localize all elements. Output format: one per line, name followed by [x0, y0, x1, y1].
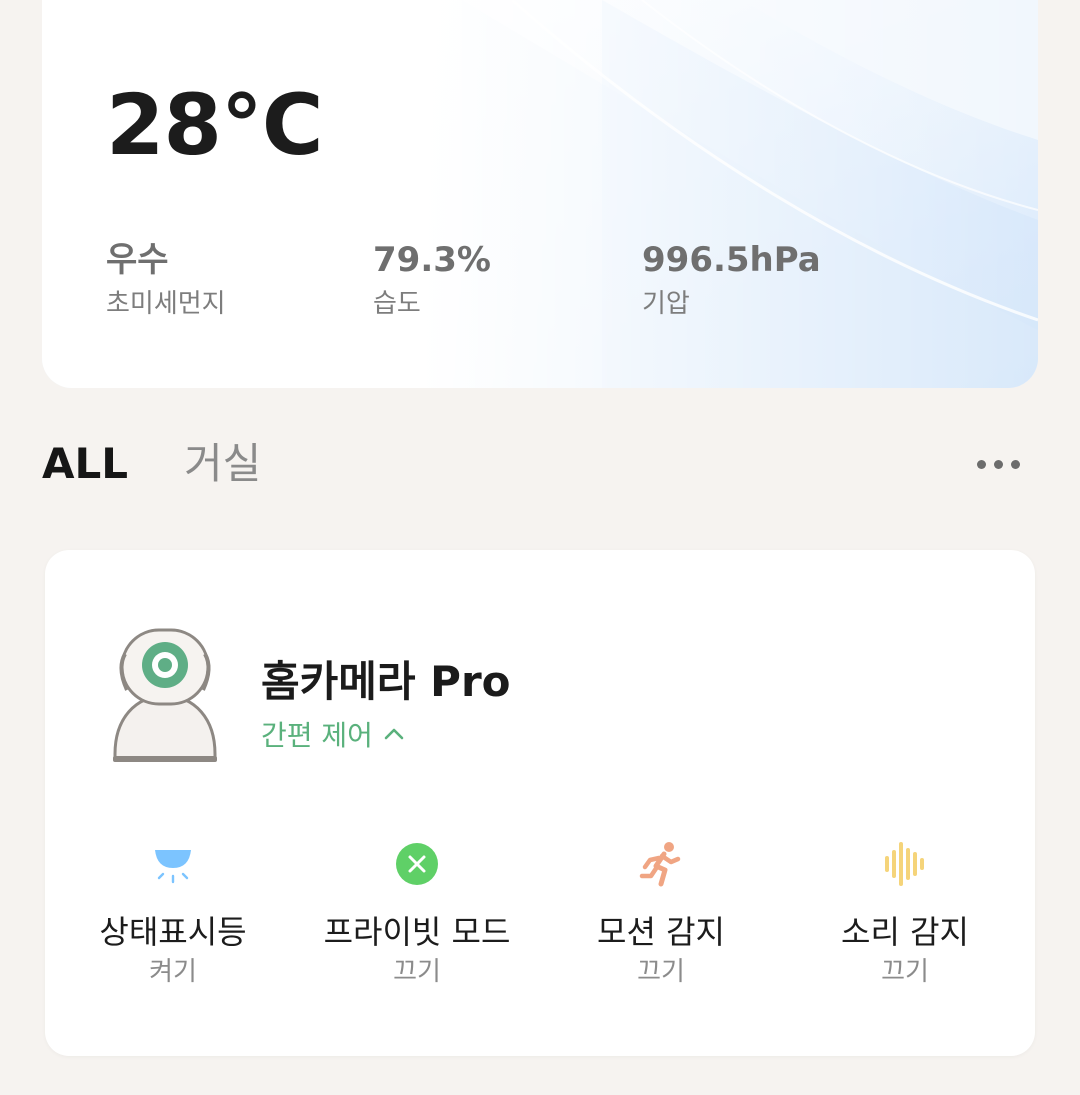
stat-fine-dust-label: 초미세먼지 [106, 289, 226, 319]
stat-pressure: 996.5hPa 기압 [642, 238, 821, 324]
control-sound-detection-state: 끄기 [881, 957, 929, 987]
motion-detection-icon [639, 842, 681, 887]
temperature-value: 28°C [106, 76, 324, 174]
quick-controls: 상태표시등 켜기 프라이빗 모드 끄기 모션 감지 끄기 소리 감지 끄기 [45, 840, 1035, 1000]
control-sound-detection[interactable]: 소리 감지 끄기 [785, 840, 1025, 1000]
home-camera-icon [113, 628, 217, 762]
control-indicator-light[interactable]: 상태표시등 켜기 [53, 840, 293, 1000]
indicator-light-icon [155, 850, 191, 884]
more-dot [1010, 459, 1020, 469]
stat-humidity-value: 79.3% [373, 240, 491, 280]
control-motion-detection-name: 모션 감지 [597, 913, 725, 951]
tab-all[interactable]: ALL [42, 436, 128, 492]
control-indicator-light-name: 상태표시등 [99, 913, 247, 951]
chevron-up-icon [384, 728, 404, 740]
control-sound-detection-name: 소리 감지 [841, 913, 969, 951]
stat-pressure-value: 996.5hPa [642, 240, 821, 280]
weather-card[interactable]: 28°C 우수 초미세먼지 79.3% 습도 996.5hPa 기압 [42, 0, 1038, 388]
stat-fine-dust-value: 우수 [106, 240, 169, 280]
control-private-mode-state: 끄기 [393, 957, 441, 987]
weather-background-decoration [42, 0, 1038, 388]
more-horizontal-icon [976, 459, 986, 469]
more-dot [993, 459, 1003, 469]
control-private-mode[interactable]: 프라이빗 모드 끄기 [297, 840, 537, 1000]
stat-humidity: 79.3% 습도 [373, 238, 491, 324]
stat-humidity-label: 습도 [373, 289, 421, 319]
device-name: 홈카메라 Pro [261, 657, 511, 706]
control-motion-detection[interactable]: 모션 감지 끄기 [541, 840, 781, 1000]
control-indicator-light-state: 켜기 [149, 957, 197, 987]
control-motion-detection-state: 끄기 [637, 957, 685, 987]
control-private-mode-name: 프라이빗 모드 [323, 913, 511, 951]
private-mode-icon [396, 843, 438, 885]
more-button[interactable] [968, 446, 1028, 482]
tab-living-room[interactable]: 거실 [184, 436, 261, 492]
quick-control-toggle[interactable]: 간편 제어 [261, 714, 405, 754]
sound-detection-icon [885, 842, 924, 886]
quick-control-label: 간편 제어 [261, 719, 373, 752]
device-card[interactable]: 홈카메라 Pro 간편 제어 상태표시등 켜기 프라이빗 모드 끄기 모션 감지… [45, 550, 1035, 1056]
stat-fine-dust: 우수 초미세먼지 [106, 238, 226, 324]
stat-pressure-label: 기압 [642, 289, 690, 319]
